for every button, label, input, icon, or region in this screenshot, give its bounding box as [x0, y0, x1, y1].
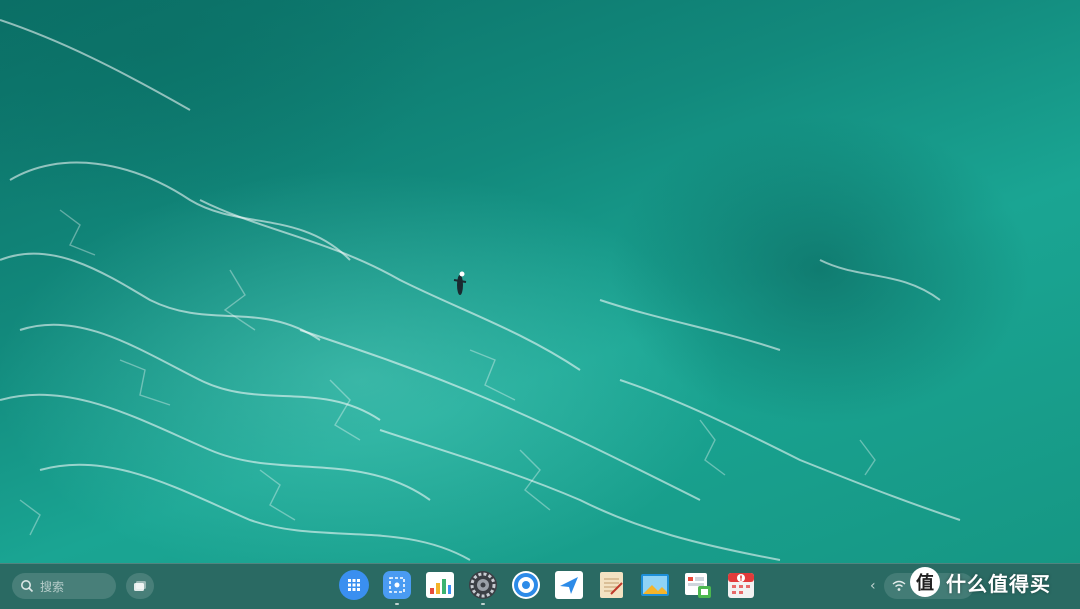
dock-app-notes[interactable] [596, 569, 628, 601]
dock-app-file-manager[interactable] [682, 569, 714, 601]
dock-app-image-viewer[interactable] [639, 569, 671, 601]
wave-foam [0, 19, 961, 561]
send-icon [555, 571, 583, 599]
search-box[interactable]: 搜索 [12, 573, 116, 599]
running-indicator [481, 603, 485, 605]
window-stack-icon [134, 581, 146, 591]
chevron-left-icon[interactable]: ‹ [870, 578, 876, 594]
file-manager-icon [685, 573, 711, 598]
notes-icon [600, 572, 623, 598]
watermark-logo: 值 [910, 567, 940, 597]
multitask-view-button[interactable] [126, 573, 154, 599]
watermark-text: 什么值得买 [946, 571, 1051, 596]
dock-app-calendar-alert[interactable] [725, 569, 757, 601]
alert-icon [728, 573, 754, 598]
surfer-figure [453, 271, 467, 295]
dock-app-screenshot[interactable] [381, 569, 413, 605]
gear-icon [469, 571, 497, 599]
desktop-wallpaper [0, 0, 1080, 563]
search-icon [21, 580, 34, 593]
search-placeholder: 搜索 [40, 579, 65, 594]
dock-app-settings[interactable] [467, 569, 499, 605]
dock-app-launcher[interactable] [338, 569, 370, 601]
grid-icon [339, 570, 369, 600]
dock-app-messaging[interactable] [553, 569, 585, 601]
browser-icon [512, 571, 540, 599]
taskbar: 搜索 ‹ 值 什么值得买 [0, 563, 1080, 609]
dock-app-store[interactable] [424, 569, 456, 601]
screenshot-icon [383, 571, 411, 599]
running-indicator [395, 603, 399, 605]
dock-app-browser[interactable] [510, 569, 542, 601]
dock-apps [338, 569, 757, 605]
image-icon [641, 574, 669, 596]
wifi-icon[interactable] [892, 580, 906, 592]
app-store-icon [426, 572, 454, 598]
watermark: 值 什么值得买 [910, 567, 1051, 597]
